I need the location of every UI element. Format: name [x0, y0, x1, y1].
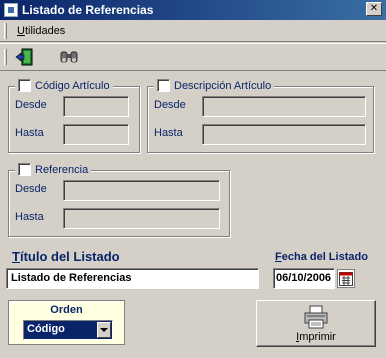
close-icon: ✕: [369, 3, 379, 14]
exit-button[interactable]: [13, 46, 37, 68]
group-referencia: Referencia Desde Hasta: [8, 163, 230, 237]
codigo-hasta-label: Hasta: [15, 127, 44, 139]
titulo-label: Título del Listado: [12, 249, 120, 264]
codigo-hasta-input[interactable]: [63, 124, 129, 145]
app-icon: [4, 3, 18, 17]
codigo-title: Código Artículo: [35, 79, 110, 92]
referencia-desde-label: Desde: [15, 183, 47, 195]
fecha-label: Fecha del Listado: [275, 251, 368, 263]
close-button[interactable]: ✕: [366, 2, 382, 16]
menu-bar: Utilidades: [0, 20, 386, 42]
referencia-desde-input[interactable]: [63, 180, 220, 201]
referencia-hasta-input[interactable]: [63, 208, 220, 229]
orden-title: Orden: [50, 304, 83, 316]
referencia-legend: Referencia: [15, 163, 92, 176]
codigo-desde-label: Desde: [15, 99, 47, 111]
codigo-checkbox[interactable]: [18, 79, 31, 92]
search-button[interactable]: [57, 46, 81, 68]
referencia-title: Referencia: [35, 163, 89, 176]
group-codigo: Código Artículo Desde Hasta: [8, 79, 140, 153]
orden-select[interactable]: Código: [23, 320, 113, 340]
descripcion-desde-label: Desde: [154, 99, 186, 111]
print-label: Imprimir: [296, 330, 336, 343]
codigo-legend: Código Artículo: [15, 79, 113, 92]
binoculars-icon: [60, 51, 78, 63]
group-descripcion: Descripción Artículo Desde Hasta: [147, 79, 374, 153]
printer-icon: [304, 305, 328, 328]
codigo-desde-input[interactable]: [63, 96, 129, 117]
referencia-checkbox[interactable]: [18, 163, 31, 176]
menu-utilidades[interactable]: Utilidades: [13, 23, 69, 39]
descripcion-hasta-input[interactable]: [202, 124, 366, 145]
title-bar: Listado de Referencias ✕: [0, 0, 386, 20]
menu-grip: [4, 22, 7, 39]
referencia-hasta-label: Hasta: [15, 211, 44, 223]
toolbar-grip: [4, 49, 7, 65]
window-title: Listado de Referencias: [22, 3, 154, 17]
descripcion-title: Descripción Artículo: [174, 79, 272, 92]
fecha-input[interactable]: 06/10/2006: [273, 268, 335, 289]
exit-door-icon: [15, 48, 33, 66]
descripcion-hasta-label: Hasta: [154, 127, 183, 139]
orden-panel: Orden Código: [8, 300, 125, 345]
calendar-button[interactable]: [337, 269, 355, 288]
descripcion-checkbox[interactable]: [157, 79, 170, 92]
chevron-down-icon[interactable]: [97, 322, 111, 338]
print-button[interactable]: Imprimir: [256, 300, 376, 347]
descripcion-desde-input[interactable]: [202, 96, 366, 117]
calendar-icon: [339, 271, 353, 286]
titulo-input[interactable]: Listado de Referencias: [6, 268, 259, 289]
toolbar: [0, 43, 386, 71]
orden-selected-value: Código: [27, 323, 65, 335]
descripcion-legend: Descripción Artículo: [154, 79, 275, 92]
